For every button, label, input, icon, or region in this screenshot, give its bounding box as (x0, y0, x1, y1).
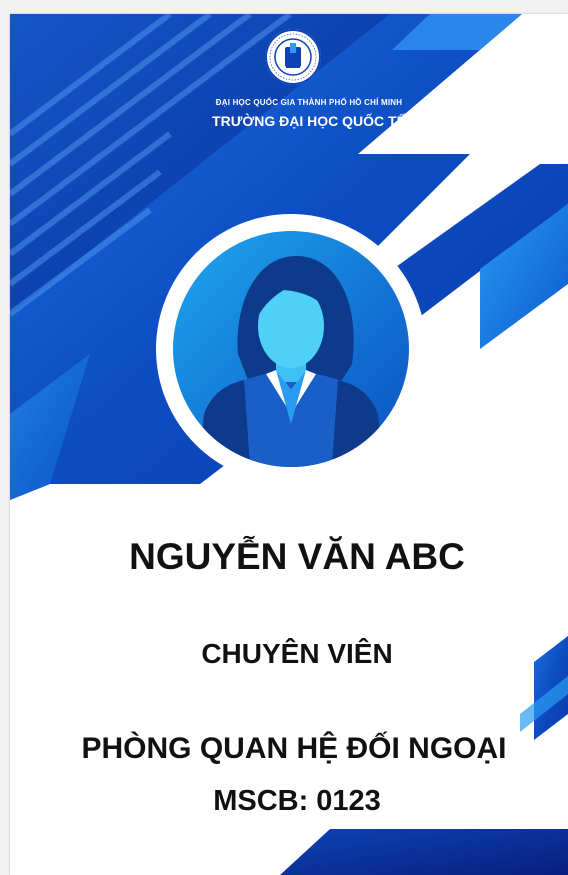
person-department: PHÒNG QUAN HỆ ĐỐI NGOẠI (81, 732, 507, 765)
female-user-avatar-icon (156, 214, 426, 484)
person-full-name: NGUYỄN VĂN ABC (129, 536, 465, 577)
id-card: ĐẠI HỌC QUỐC GIA THÀNH PHỐ HỒ CHÍ MINH T… (10, 14, 568, 875)
bottom-band (280, 829, 568, 875)
person-staff-id: MSCB: 0123 (213, 785, 381, 817)
university-seal-icon (265, 29, 321, 85)
person-position: CHUYÊN VIÊN (201, 638, 393, 669)
university-name: TRƯỜNG ĐẠI HỌC QUỐC TẾ (212, 113, 406, 129)
university-parent-name: ĐẠI HỌC QUỐC GIA THÀNH PHỐ HỒ CHÍ MINH (215, 98, 403, 107)
